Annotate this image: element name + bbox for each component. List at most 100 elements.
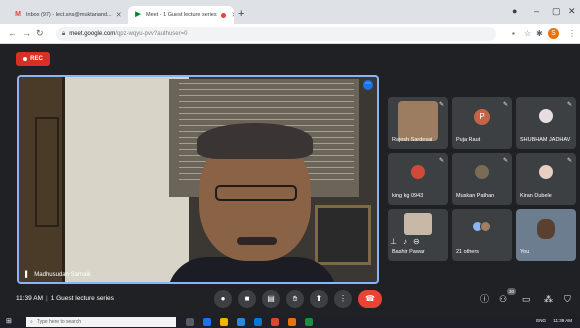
store-icon[interactable] <box>237 318 245 326</box>
meeting-info: 11:39 AM | 1 Guest lecture series <box>16 295 114 302</box>
task-view-icon[interactable] <box>186 318 194 326</box>
participant-avatar: P <box>474 109 490 125</box>
recording-badge: REC <box>16 52 50 66</box>
camera-permission-icon[interactable]: ▪ <box>512 29 515 39</box>
extensions-icon[interactable]: ✱ <box>536 29 543 39</box>
close-window-button[interactable]: ✕ <box>568 6 576 17</box>
participant-name: SHUBHAM JADHAV <box>520 137 571 143</box>
close-icon[interactable]: ✕ <box>116 11 122 19</box>
participant-tile[interactable]: ✎ Rajesh Sardesai <box>388 97 448 149</box>
tab-title: Meet - 1 Guest lecture series <box>146 12 217 18</box>
taskbar-search-box[interactable]: ⌕ Type here to search <box>26 317 176 327</box>
taskbar-clock[interactable]: 11:39 AM <box>553 318 572 323</box>
participant-tile[interactable]: ✎ Kiran Dubele <box>516 153 576 205</box>
mic-off-icon: ✎ <box>566 102 572 108</box>
file-explorer-icon[interactable] <box>220 318 228 326</box>
meet-icon: ▶ <box>135 11 141 18</box>
new-tab-button[interactable]: + <box>238 8 244 20</box>
gmail-icon: M <box>15 11 21 18</box>
participant-name: king kg 0943 <box>392 193 424 199</box>
address-bar[interactable]: 🔒︎ meet.google.com/qpz-wqyu-pvv?authuser… <box>56 27 496 41</box>
url-path: /qpz-wqyu-pvv?authuser=0 <box>115 31 188 37</box>
meet-stage: REC ⋯ ▌ Madhusudan Sarnaik ✎ Rajesh Sard… <box>0 45 580 316</box>
meeting-time: 11:39 AM <box>16 295 43 302</box>
mic-off-icon: ✎ <box>502 158 508 164</box>
language-indicator[interactable]: ENG <box>536 318 546 323</box>
browser-tab-strip: M Inbox (97) - lect.sns@muktanand... ✕ ▶… <box>0 0 580 24</box>
activities-icon[interactable]: ⁂ <box>544 294 553 304</box>
captions-button[interactable]: ▤ <box>262 290 280 308</box>
tab-search-icon[interactable]: ● <box>512 6 517 16</box>
system-tray: ENG 11:39 AM <box>536 318 572 323</box>
star-icon[interactable]: ☆ <box>524 29 531 39</box>
participant-avatar <box>475 165 489 179</box>
back-icon[interactable]: ← <box>8 28 17 39</box>
close-icon[interactable]: ✕ <box>232 11 234 19</box>
participant-tile[interactable]: ⊥ ♪ ⊖ Bashir Pawar <box>388 209 448 261</box>
main-speaker-name: Madhusudan Sarnaik <box>34 272 91 278</box>
participant-name: Rajesh Sardesai <box>392 137 433 143</box>
more-options-button[interactable]: ⋮ <box>334 290 352 308</box>
self-video <box>537 219 555 239</box>
meeting-controls-bar: 11:39 AM | 1 Guest lecture series ● ■ ▤ ✋︎… <box>0 284 580 314</box>
present-button[interactable]: ⬆ <box>310 290 328 308</box>
meeting-title: 1 Guest lecture series <box>50 295 114 302</box>
pin-icon[interactable]: ⊥ <box>390 237 397 246</box>
leave-call-button[interactable]: ☎ <box>358 290 382 308</box>
participant-avatar <box>539 165 553 179</box>
participant-tile[interactable]: ✎ SHUBHAM JADHAV <box>516 97 576 149</box>
others-avatars <box>472 221 494 235</box>
tab-meet[interactable]: ▶ Meet - 1 Guest lecture series ✕ <box>128 6 234 24</box>
mic-off-icon: ✎ <box>438 158 444 164</box>
record-dot-icon <box>23 57 28 61</box>
people-icon[interactable]: ⚇ <box>499 294 507 304</box>
mic-off-icon: ✎ <box>566 158 572 164</box>
forward-icon[interactable]: → <box>22 28 31 39</box>
raise-hand-button[interactable]: ✋︎ <box>286 290 304 308</box>
info-icon[interactable]: ⓘ <box>480 294 489 304</box>
mute-icon[interactable]: ♪ <box>403 237 407 246</box>
minimize-button[interactable]: – <box>534 6 539 16</box>
participant-name: Bashir Pawar <box>392 249 425 255</box>
chat-icon[interactable]: ▭ <box>522 294 531 304</box>
maximize-button[interactable]: ▢ <box>552 6 561 17</box>
video-frame <box>315 205 371 265</box>
recording-indicator-icon <box>220 12 226 18</box>
main-speaker-video[interactable]: ⋯ ▌ Madhusudan Sarnaik <box>17 75 379 284</box>
participant-name: Muskan Pathan <box>456 193 495 199</box>
participant-tile[interactable]: ✎ king kg 0943 <box>388 153 448 205</box>
taskbar-apps <box>186 318 313 326</box>
participant-tile[interactable]: P ✎ Puja Raut <box>452 97 512 149</box>
edge-icon[interactable] <box>203 318 211 326</box>
participant-name: Puja Raut <box>456 137 481 143</box>
mic-off-icon: ✎ <box>438 102 444 108</box>
participant-tile[interactable]: 21 others <box>452 209 512 261</box>
recording-label: REC <box>30 56 43 62</box>
browser-toolbar: ← → ↻ 🔒︎ meet.google.com/qpz-wqyu-pvv?au… <box>0 24 580 44</box>
excel-icon[interactable] <box>305 318 313 326</box>
more-options-icon[interactable]: ⋯ <box>363 80 373 90</box>
mail-icon[interactable] <box>254 318 262 326</box>
tab-gmail[interactable]: M Inbox (97) - lect.sns@muktanand... ✕ <box>8 6 126 24</box>
camera-toggle-button[interactable]: ■ <box>238 290 256 308</box>
participant-tile[interactable]: ✎ Muskan Pathan <box>452 153 512 205</box>
reload-icon[interactable]: ↻ <box>36 28 44 39</box>
participant-avatar <box>404 213 432 235</box>
remove-icon[interactable]: ⊖ <box>413 237 420 246</box>
chrome-icon[interactable] <box>271 318 279 326</box>
menu-icon[interactable]: ⋮ <box>568 29 576 39</box>
url-host: meet.google.com <box>69 31 116 37</box>
windows-taskbar: ⊞ ⌕ Type here to search ENG 11:39 AM <box>0 316 580 328</box>
self-tile[interactable]: You <box>516 209 576 261</box>
speaker-body <box>167 257 337 282</box>
mic-off-icon: ✎ <box>502 102 508 108</box>
tab-title: Inbox (97) - lect.sns@muktanand... <box>26 12 112 18</box>
host-controls-icon[interactable]: ⛉ <box>564 294 571 304</box>
windows-start-icon[interactable]: ⊞ <box>6 318 12 326</box>
participant-avatar <box>398 101 438 141</box>
app-icon[interactable] <box>288 318 296 326</box>
mic-icon: ▌ <box>25 272 30 278</box>
profile-avatar[interactable]: S <box>548 28 559 39</box>
participant-count-badge: 30 <box>507 288 516 295</box>
mic-toggle-button[interactable]: ● <box>214 290 232 308</box>
